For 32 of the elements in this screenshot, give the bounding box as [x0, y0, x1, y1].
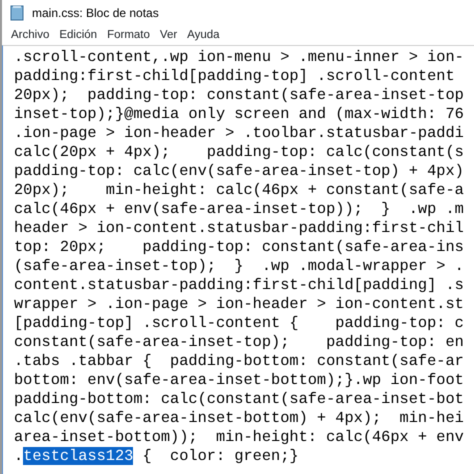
- code-line: wrapper > .ion-page > ion-header > ion-content.st: [14, 295, 465, 314]
- code-line: constant(safe-area-inset-top); padding-top: en: [14, 333, 465, 352]
- menu-item[interactable]: Archivo: [6, 26, 54, 44]
- text-editor[interactable]: [2, 45, 474, 474]
- code-line: calc(env(safe-area-inset-bottom) + 4px); min-hei: [14, 409, 465, 428]
- code-line: 20px); min-height: calc(46px + constant(safe-a: [14, 181, 465, 200]
- menu-item[interactable]: Ver: [154, 26, 182, 44]
- code-line: calc(20px + 4px); padding-top: calc(constant(s: [14, 143, 465, 162]
- code-line: .ion-page > ion-header > .toolbar.statusbar-paddi: [14, 124, 465, 143]
- code-text: .: [14, 447, 24, 465]
- menu-item[interactable]: Ayuda: [182, 26, 225, 44]
- code-line: padding:first-child[padding-top] .scroll-content: [14, 67, 456, 86]
- window-title: main.css: Bloc de notas: [32, 5, 159, 22]
- code-line: .scroll-content,.wp ion-menu > .menu-inner > ion-: [14, 48, 465, 67]
- code-line: inset-top);}@media only screen and (max-width: 76: [14, 105, 465, 124]
- code-line: top: 20px; padding-top: constant(safe-area-ins: [14, 238, 465, 257]
- code-line: (safe-area-inset-top); } .wp .modal-wrapper > .: [14, 257, 465, 276]
- code-line: bottom: env(safe-area-inset-bottom);}.wp ion-foot: [14, 371, 465, 390]
- menu-item[interactable]: Edición: [54, 26, 102, 44]
- code-line: 20px); padding-top: constant(safe-area-inset-top: [14, 86, 465, 105]
- code-line: header > ion-content.statusbar-padding:first-chil: [14, 219, 465, 238]
- code-line: calc(46px + env(safe-area-inset-top)); } .wp .m: [14, 200, 465, 219]
- notepad-icon: [10, 5, 24, 21]
- code-line: area-inset-bottom)); min-height: calc(46px + env: [14, 428, 465, 447]
- selected-text: testclass123: [23, 447, 134, 465]
- code-line: [padding-top] .scroll-content { padding-top: c: [14, 314, 465, 333]
- code-line: .tabs .tabbar { padding-bottom: constant(safe-ar: [14, 352, 465, 371]
- code-line: content.statusbar-padding:first-child[padding] .s: [14, 276, 465, 295]
- code-line: padding-bottom: calc(constant(safe-area-inset-bot: [14, 390, 465, 409]
- menu-item[interactable]: Formato: [102, 26, 155, 44]
- code-text: { color: green;}: [142, 447, 299, 465]
- code-line: padding-top: calc(env(safe-area-inset-top) + 4px): [14, 162, 465, 181]
